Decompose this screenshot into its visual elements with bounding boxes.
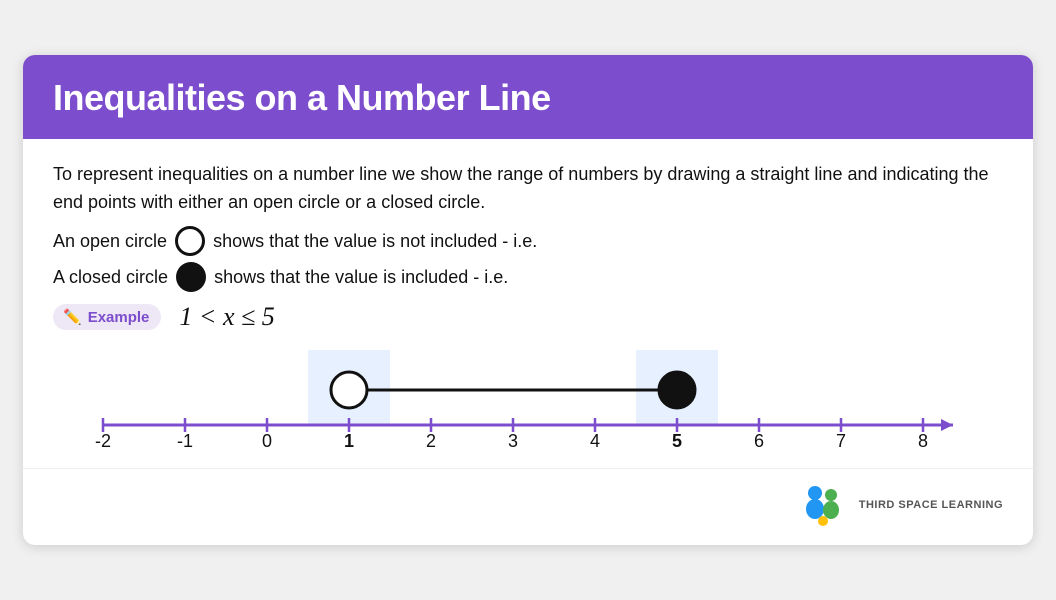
main-card: Inequalities on a Number Line To represe… xyxy=(23,55,1033,546)
open-circle-prefix: An open circle xyxy=(53,231,167,252)
closed-circle-point xyxy=(659,372,695,408)
example-badge-label: Example xyxy=(88,309,150,326)
content-section: To represent inequalities on a number li… xyxy=(23,139,1033,469)
inequality-expression: 1 < x ≤ 5 xyxy=(179,302,274,332)
closed-circle-suffix: shows that the value is included - i.e. xyxy=(214,267,508,288)
label-3: 3 xyxy=(508,431,518,450)
label-2: 2 xyxy=(426,431,436,450)
label-6: 6 xyxy=(754,431,764,450)
open-circle-icon xyxy=(175,226,205,256)
open-circle-description: An open circle shows that the value is n… xyxy=(53,226,1003,256)
label-7: 7 xyxy=(836,431,846,450)
label--1: -1 xyxy=(177,431,193,450)
closed-circle-description: A closed circle shows that the value is … xyxy=(53,262,1003,292)
axis-arrow xyxy=(941,419,953,431)
page-title: Inequalities on a Number Line xyxy=(53,77,1003,119)
example-badge: ✏️ Example xyxy=(53,304,161,330)
label--2: -2 xyxy=(95,431,111,450)
label-8: 8 xyxy=(918,431,928,450)
label-1: 1 xyxy=(344,431,354,450)
tsl-branding: THIRD SPACE LEARNING xyxy=(797,479,1003,531)
example-row: ✏️ Example 1 < x ≤ 5 xyxy=(53,302,1003,332)
closed-circle-icon xyxy=(176,262,206,292)
open-circle-suffix: shows that the value is not included - i… xyxy=(213,231,537,252)
header-section: Inequalities on a Number Line xyxy=(23,55,1033,139)
tsl-text: THIRD SPACE LEARNING xyxy=(859,498,1003,512)
label-5: 5 xyxy=(672,431,682,450)
open-circle-point xyxy=(331,372,367,408)
tsl-logo-icon xyxy=(797,479,849,531)
label-0: 0 xyxy=(262,431,272,450)
description-text: To represent inequalities on a number li… xyxy=(53,161,1003,217)
number-line-svg: -2 -1 0 1 2 3 4 5 6 7 8 xyxy=(53,350,1003,450)
number-line-container: -2 -1 0 1 2 3 4 5 6 7 8 xyxy=(53,350,1003,450)
closed-circle-prefix: A closed circle xyxy=(53,267,168,288)
pencil-icon: ✏️ xyxy=(63,308,82,326)
bottom-bar: THIRD SPACE LEARNING xyxy=(23,468,1033,545)
label-4: 4 xyxy=(590,431,600,450)
